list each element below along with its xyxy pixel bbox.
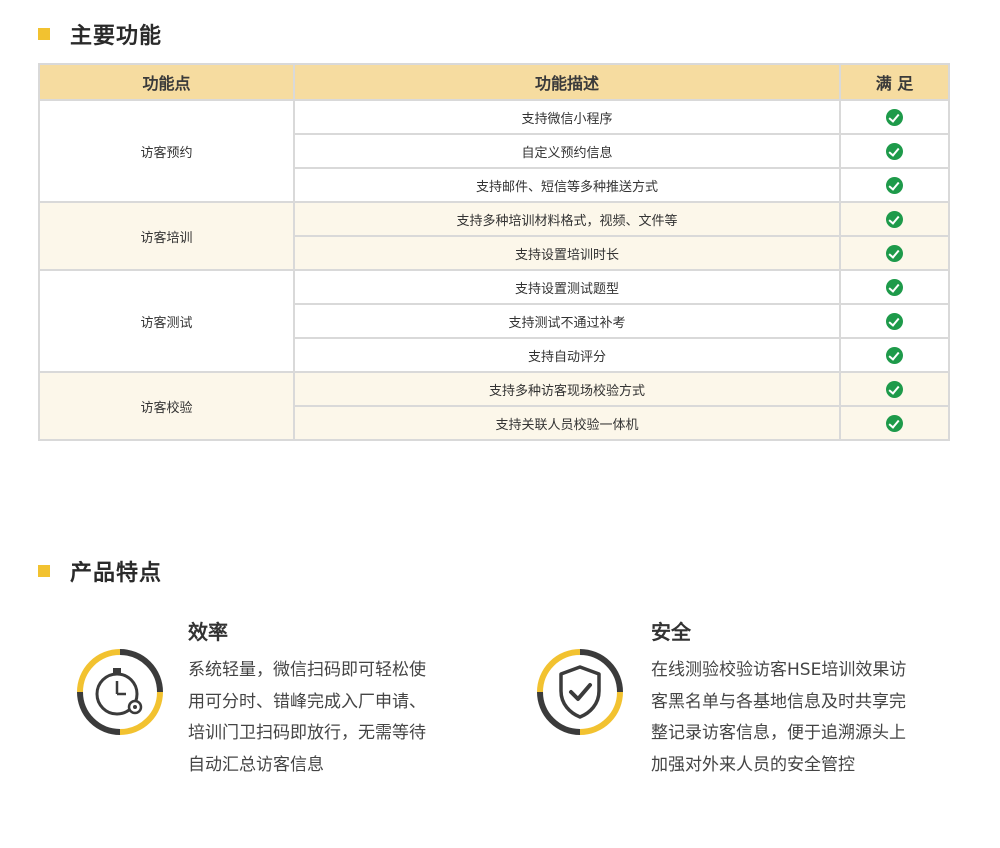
feature-name: 访客测试 (38, 269, 295, 373)
feature-description: 支持自动评分 (293, 337, 841, 373)
description-line: 自动汇总访客信息 (188, 754, 324, 775)
column-header-description: 功能描述 (293, 63, 841, 101)
table-header-row: 功能点 功能描述 满 足 (38, 63, 950, 101)
feature-title: 效率 (188, 620, 228, 644)
description-line: 用可分时、错峰完成入厂申请、 (188, 691, 426, 712)
column-header-feature: 功能点 (38, 63, 295, 101)
section-title: 主要功能 (70, 24, 163, 49)
table-row: 访客培训 支持多种培训材料格式，视频、文件等 (38, 201, 950, 271)
feature-title: 安全 (651, 620, 691, 644)
section-title: 产品特点 (70, 561, 163, 586)
check-icon (886, 108, 903, 126)
check-icon (886, 278, 903, 296)
section-header-main-functions: 主要功能 (38, 18, 162, 50)
feature-description: 支持多种访客现场校验方式 (293, 371, 841, 407)
table-row: 访客测试 支持设置测试题型 (38, 269, 950, 373)
feature-description: 支持微信小程序 (293, 99, 841, 135)
feature-description: 支持测试不通过补考 (293, 303, 841, 339)
satisfied-cell (839, 235, 950, 271)
check-icon (886, 380, 903, 398)
description-line: 在线测验校验访客HSE培训效果访 (651, 660, 907, 680)
satisfied-cell (839, 337, 950, 373)
feature-efficiency: 效率 系统轻量，微信扫码即可轻松使 用可分时、错峰完成入厂申请、 培训门卫扫码即… (188, 616, 426, 781)
check-icon (886, 176, 903, 194)
satisfied-cell (839, 167, 950, 203)
feature-description: 支持关联人员校验一体机 (293, 405, 841, 441)
feature-name: 访客培训 (38, 201, 295, 271)
feature-table: 功能点 功能描述 满 足 访客预约 支持微信小程序 自定义预约信息 支持邮件、短… (38, 63, 950, 441)
description-line: 客黑名单与各基地信息及时共享完 (651, 691, 906, 712)
stopwatch-gear-icon (75, 647, 165, 737)
feature-security: 安全 在线测验校验访客HSE培训效果访 客黑名单与各基地信息及时共享完 整记录访… (651, 616, 906, 781)
feature-description: 支持设置培训时长 (293, 235, 841, 271)
check-icon (886, 142, 903, 160)
feature-name: 访客校验 (38, 371, 295, 441)
description-line: 系统轻量，微信扫码即可轻松使 (188, 660, 426, 680)
satisfied-cell (839, 133, 950, 169)
description-line: 整记录访客信息，便于追溯源头上 (651, 723, 906, 743)
satisfied-cell (839, 201, 950, 237)
table-row: 访客校验 支持多种访客现场校验方式 (38, 371, 950, 441)
check-icon (886, 244, 903, 262)
description-line: 培训门卫扫码即放行，无需等待 (188, 723, 426, 743)
feature-description: 在线测验校验访客HSE培训效果访 客黑名单与各基地信息及时共享完 整记录访客信息… (651, 655, 906, 781)
table-row: 访客预约 支持微信小程序 (38, 99, 950, 203)
satisfied-cell (839, 405, 950, 441)
satisfied-cell (839, 99, 950, 135)
feature-description: 系统轻量，微信扫码即可轻松使 用可分时、错峰完成入厂申请、 培训门卫扫码即放行，… (188, 655, 426, 781)
column-header-satisfied: 满 足 (839, 63, 950, 101)
satisfied-cell (839, 269, 950, 305)
check-icon (886, 210, 903, 228)
feature-name: 访客预约 (38, 99, 295, 203)
feature-description: 支持设置测试题型 (293, 269, 841, 305)
check-icon (886, 312, 903, 330)
feature-description: 支持邮件、短信等多种推送方式 (293, 167, 841, 203)
section-header-product-features: 产品特点 (38, 555, 162, 587)
check-icon (886, 346, 903, 364)
feature-description: 自定义预约信息 (293, 133, 841, 169)
satisfied-cell (839, 371, 950, 407)
shield-check-icon (535, 647, 625, 737)
check-icon (886, 414, 903, 432)
description-line: 加强对外来人员的安全管控 (651, 754, 855, 775)
section-marker (38, 28, 50, 40)
feature-description: 支持多种培训材料格式，视频、文件等 (293, 201, 841, 237)
satisfied-cell (839, 303, 950, 339)
section-marker (38, 565, 50, 577)
